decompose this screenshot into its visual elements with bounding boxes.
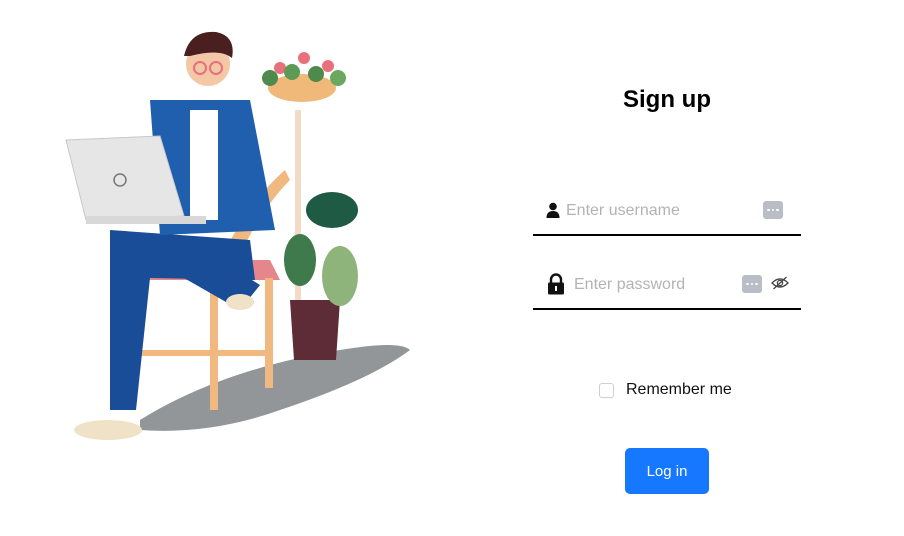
username-input[interactable] xyxy=(566,198,756,224)
login-form: Sign up Enter username Remember me Log i… xyxy=(533,0,801,536)
password-manager-key-icon[interactable] xyxy=(763,201,783,219)
remember-me-option[interactable]: Remember me xyxy=(599,381,732,399)
form-title: Sign up xyxy=(623,86,711,113)
remember-me-label: Remember me xyxy=(626,381,732,398)
eye-slash-icon[interactable] xyxy=(771,275,791,293)
login-button[interactable]: Log in xyxy=(625,448,709,494)
user-icon xyxy=(546,196,560,224)
hero-illustration xyxy=(40,20,440,460)
password-input[interactable] xyxy=(574,272,734,298)
remember-me-checkbox[interactable] xyxy=(599,382,614,398)
lock-icon xyxy=(547,270,565,298)
person-with-laptop-illustration xyxy=(65,31,410,440)
password-manager-key-icon[interactable] xyxy=(742,275,762,293)
password-field xyxy=(533,270,801,310)
username-field xyxy=(533,196,801,236)
